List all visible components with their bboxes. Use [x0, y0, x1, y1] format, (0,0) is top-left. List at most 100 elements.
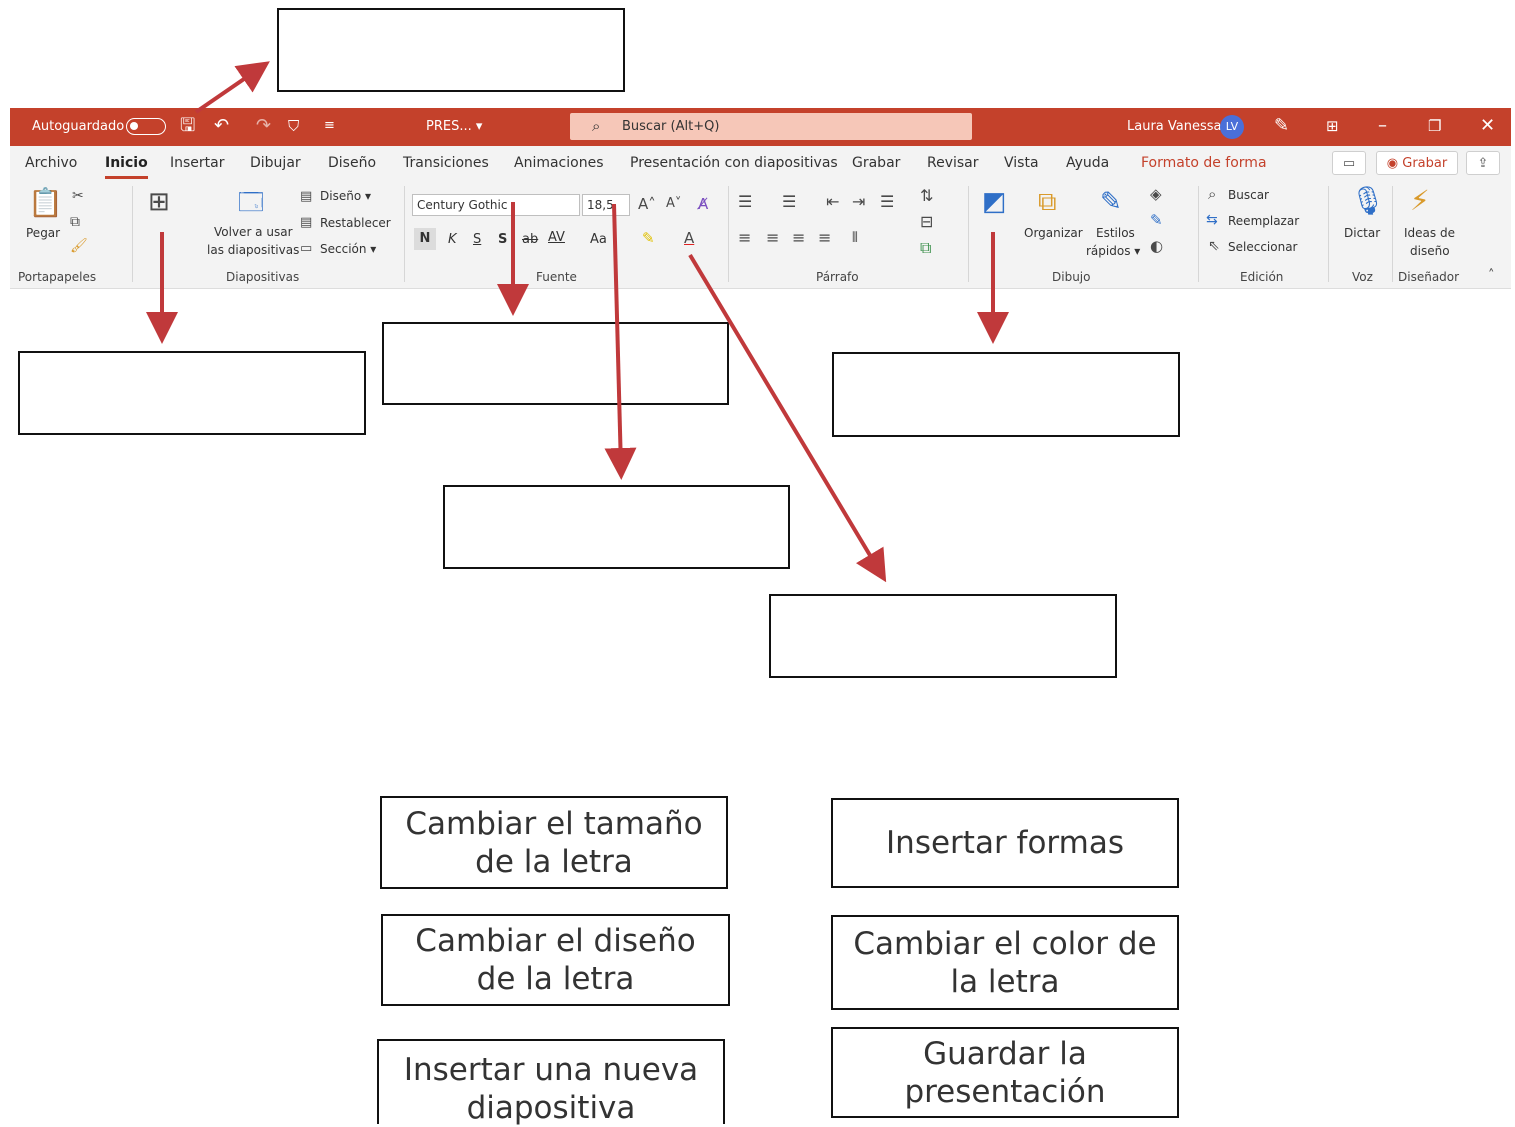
undo-icon[interactable]: ↶	[214, 115, 229, 137]
layout-button[interactable]: Diseño ▾	[320, 189, 371, 203]
quick-styles-label-1[interactable]: Estilos	[1096, 226, 1135, 240]
smartart-icon[interactable]: ⧉	[920, 238, 931, 258]
text-direction-icon[interactable]: ⇅	[920, 186, 933, 206]
customize-qat-icon[interactable]: ≡	[324, 115, 335, 137]
replace-button[interactable]: Reemplazar	[1228, 214, 1299, 228]
arrange-icon[interactable]: ⧉	[1038, 188, 1057, 216]
new-slide-icon[interactable]: ⊞	[148, 188, 170, 216]
shape-effects-icon[interactable]: ◐	[1150, 236, 1163, 256]
font-name-input[interactable]: Century Gothic	[412, 194, 580, 216]
highlight-icon[interactable]: ✎	[642, 228, 655, 248]
tab-animaciones[interactable]: Animaciones	[514, 155, 604, 171]
restore-icon[interactable]: ❐	[1428, 115, 1441, 137]
line-spacing-icon[interactable]: ☰	[880, 192, 894, 212]
tab-dibujar[interactable]: Dibujar	[250, 155, 301, 171]
quick-styles-label-2[interactable]: rápidos ▾	[1086, 244, 1140, 258]
tab-diseno[interactable]: Diseño	[328, 155, 376, 171]
copy-icon[interactable]: ⧉	[70, 212, 80, 232]
option-insertar-formas[interactable]: Insertar formas	[831, 798, 1179, 888]
justify-icon[interactable]: ≡	[818, 228, 831, 248]
align-right-icon[interactable]: ≡	[792, 228, 805, 248]
option-guardar-presentacion[interactable]: Guardar la presentación	[831, 1027, 1179, 1118]
shadow-button[interactable]: S	[498, 232, 507, 247]
microphone-icon[interactable]: 🎙	[1350, 186, 1386, 216]
option-cambiar-diseno[interactable]: Cambiar el diseño de la letra	[381, 914, 730, 1006]
comments-button[interactable]: ▭	[1332, 151, 1366, 175]
underline-button[interactable]: S	[473, 232, 481, 247]
section-button[interactable]: Sección ▾	[320, 242, 376, 256]
reuse-slides-label-1[interactable]: Volver a usar	[214, 225, 293, 239]
share-button[interactable]: ⇪	[1466, 151, 1500, 175]
tab-formato-de-forma[interactable]: Formato de forma	[1141, 155, 1267, 171]
shapes-icon[interactable]: ◩	[982, 188, 1007, 216]
find-icon[interactable]: ⌕	[1208, 184, 1216, 204]
shrink-font-icon[interactable]: A˅	[666, 194, 681, 214]
clear-format-icon[interactable]: A̸	[698, 194, 708, 214]
redo-icon[interactable]: ↷	[256, 115, 271, 137]
design-ideas-icon[interactable]: ⚡	[1410, 186, 1430, 216]
shape-fill-icon[interactable]: ◈	[1150, 184, 1162, 204]
italic-button[interactable]: K	[448, 232, 457, 247]
numbering-icon[interactable]: ☰	[782, 192, 796, 212]
reuse-slides-icon[interactable]: 🗔	[238, 188, 264, 216]
dictate-label[interactable]: Dictar	[1344, 226, 1380, 240]
tab-ayuda[interactable]: Ayuda	[1066, 155, 1109, 171]
decrease-indent-icon[interactable]: ⇤	[826, 192, 839, 212]
reuse-slides-label-2[interactable]: las diapositivas	[207, 243, 299, 257]
option-cambiar-tamano[interactable]: Cambiar el tamaño de la letra	[380, 796, 728, 889]
ribbon-display-icon[interactable]: ⊞	[1326, 115, 1339, 137]
paste-label[interactable]: Pegar	[26, 226, 60, 240]
presenter-icon[interactable]: ⛉	[288, 115, 299, 137]
format-painter-icon[interactable]: 🖌	[70, 236, 88, 256]
select-button[interactable]: Seleccionar	[1228, 240, 1297, 254]
increase-indent-icon[interactable]: ⇥	[852, 192, 865, 212]
answer-box-font-design[interactable]	[382, 322, 729, 405]
align-center-icon[interactable]: ≡	[766, 228, 779, 248]
tab-inicio[interactable]: Inicio	[105, 155, 148, 179]
tab-presentacion[interactable]: Presentación con diapositivas	[630, 155, 838, 171]
pen-icon[interactable]: ✎	[1274, 115, 1289, 137]
option-cambiar-color[interactable]: Cambiar el color de la letra	[831, 915, 1179, 1010]
cut-icon[interactable]: ✂	[72, 186, 84, 206]
search-box[interactable]: ⌕ Buscar (Alt+Q)	[570, 113, 972, 140]
character-spacing-button[interactable]: AV	[548, 230, 565, 245]
design-ideas-label-1[interactable]: Ideas de	[1404, 226, 1455, 240]
save-icon[interactable]: 🖫	[180, 115, 195, 137]
grow-font-icon[interactable]: A˄	[638, 194, 656, 214]
columns-icon[interactable]: ⫴	[852, 228, 858, 248]
collapse-ribbon-icon[interactable]: ˄	[1488, 266, 1495, 286]
answer-box-new-slide[interactable]	[18, 351, 366, 435]
answer-box-shapes[interactable]	[832, 352, 1180, 437]
select-icon[interactable]: ⇖	[1208, 236, 1220, 256]
font-size-input[interactable]: 18,5	[582, 194, 630, 216]
change-case-button[interactable]: Aa	[590, 232, 607, 247]
align-text-icon[interactable]: ⊟	[920, 212, 933, 232]
strikethrough-button[interactable]: ab	[522, 232, 538, 247]
option-insertar-diapositiva[interactable]: Insertar una nueva diapositiva	[377, 1039, 725, 1126]
answer-box-save[interactable]	[277, 8, 625, 92]
quick-styles-icon[interactable]: ✎	[1100, 188, 1122, 216]
replace-icon[interactable]: ⇆	[1206, 210, 1218, 230]
record-button[interactable]: ◉ Grabar	[1376, 151, 1458, 175]
autosave-toggle[interactable]	[126, 118, 166, 135]
tab-vista[interactable]: Vista	[1004, 155, 1039, 171]
answer-box-font-color[interactable]	[769, 594, 1117, 678]
bold-button[interactable]: N	[414, 228, 436, 250]
answer-box-font-size[interactable]	[443, 485, 790, 569]
close-icon[interactable]: ✕	[1480, 115, 1495, 137]
tab-insertar[interactable]: Insertar	[170, 155, 225, 171]
tab-grabar[interactable]: Grabar	[852, 155, 900, 171]
tab-archivo[interactable]: Archivo	[25, 155, 77, 171]
paste-icon[interactable]: 📋	[28, 188, 63, 218]
find-button[interactable]: Buscar	[1228, 188, 1269, 202]
shape-outline-icon[interactable]: ✎	[1150, 210, 1163, 230]
document-name[interactable]: PRES... ▾	[426, 119, 482, 134]
avatar[interactable]: LV	[1220, 115, 1244, 139]
tab-transiciones[interactable]: Transiciones	[403, 155, 489, 171]
bullets-icon[interactable]: ☰	[738, 192, 752, 212]
design-ideas-label-2[interactable]: diseño	[1410, 244, 1450, 258]
font-color-icon[interactable]: A	[684, 228, 694, 248]
arrange-label[interactable]: Organizar	[1024, 226, 1083, 240]
tab-revisar[interactable]: Revisar	[927, 155, 979, 171]
minimize-icon[interactable]: –	[1378, 115, 1387, 137]
